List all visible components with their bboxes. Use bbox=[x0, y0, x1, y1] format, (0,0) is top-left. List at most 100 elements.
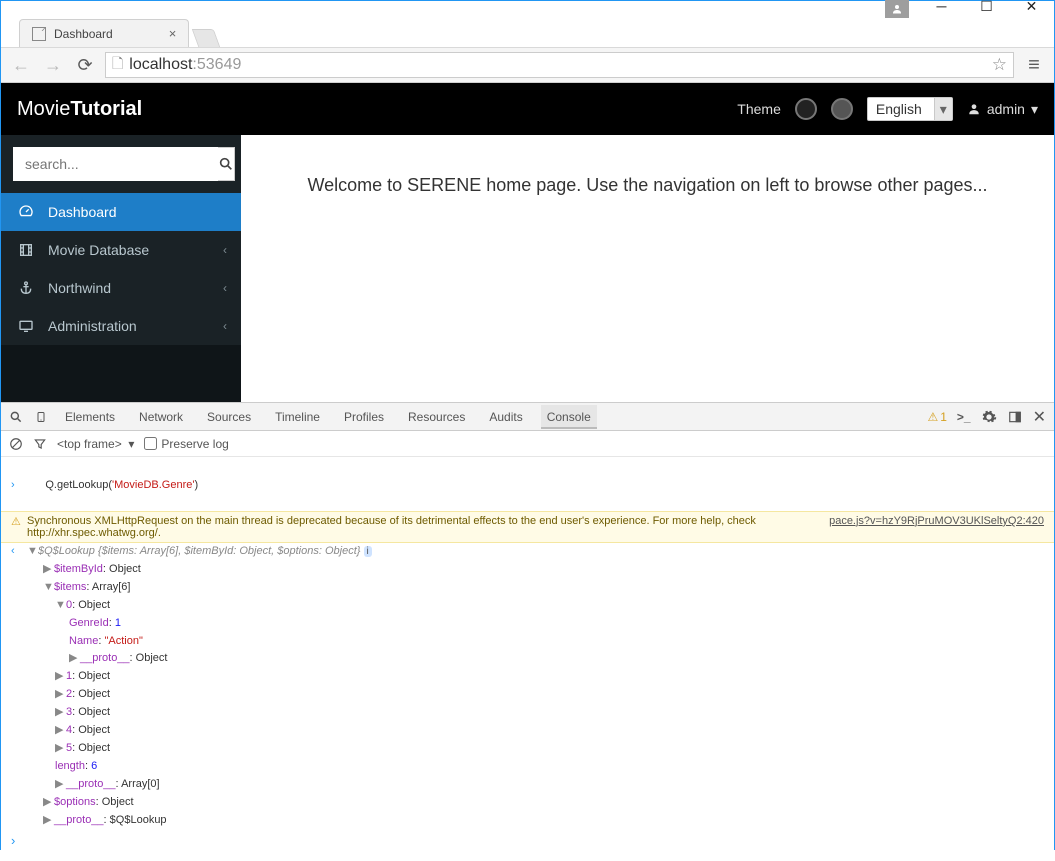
warning-text: Synchronous XMLHttpRequest on the main t… bbox=[27, 515, 767, 539]
warning-count-badge[interactable]: ⚠1 bbox=[927, 410, 946, 424]
devtools-panel: Elements Network Sources Timeline Profil… bbox=[1, 402, 1054, 861]
sidebar-item-administration[interactable]: Administration ‹ bbox=[1, 307, 241, 345]
user-menu[interactable]: admin ▾ bbox=[967, 101, 1038, 118]
console-prompt[interactable]: › bbox=[1, 830, 1054, 851]
url-port: :53649 bbox=[192, 56, 241, 74]
anchor-icon bbox=[18, 280, 36, 296]
clear-console-icon[interactable] bbox=[9, 437, 23, 451]
console-item-1[interactable]: ▶1: Object bbox=[1, 668, 1054, 686]
theme-label: Theme bbox=[737, 101, 781, 117]
devtools-toolbar: Elements Network Sources Timeline Profil… bbox=[1, 403, 1054, 431]
bookmark-icon[interactable]: ☆ bbox=[992, 55, 1007, 75]
console-item-items[interactable]: ▼$items: Array[6] bbox=[1, 579, 1054, 597]
app-brand[interactable]: MovieTutorial bbox=[17, 98, 142, 121]
forward-button[interactable]: → bbox=[41, 53, 65, 77]
console-result-root[interactable]: ‹▼$Q$Lookup {$items: Array[6], $itemById… bbox=[1, 543, 1054, 561]
devtools-close-button[interactable]: ✕ bbox=[1033, 407, 1046, 427]
sidebar-item-label: Northwind bbox=[48, 280, 111, 296]
sidebar-item-label: Dashboard bbox=[48, 204, 117, 220]
console-item-2[interactable]: ▶2: Object bbox=[1, 686, 1054, 704]
filter-icon[interactable] bbox=[33, 437, 47, 451]
app-header: MovieTutorial Theme English ▾ admin ▾ bbox=[1, 83, 1054, 135]
search-input[interactable] bbox=[13, 147, 218, 181]
browser-toolbar: ← → ⟳ 🗋 localhost:53649 ☆ ≡ bbox=[1, 47, 1054, 83]
console-item-5[interactable]: ▶5: Object bbox=[1, 740, 1054, 758]
window-minimize-button[interactable]: ─ bbox=[919, 0, 964, 21]
site-icon: 🗋 bbox=[112, 53, 123, 77]
sidebar-item-northwind[interactable]: Northwind ‹ bbox=[1, 269, 241, 307]
sidebar-search bbox=[1, 135, 241, 193]
browser-menu-button[interactable]: ≡ bbox=[1022, 54, 1046, 77]
language-value: English bbox=[876, 101, 922, 117]
devtools-tab-sources[interactable]: Sources bbox=[201, 405, 257, 429]
device-icon[interactable] bbox=[35, 409, 47, 425]
theme-swatch-dark[interactable] bbox=[795, 98, 817, 120]
console-item-options[interactable]: ▶$options: Object bbox=[1, 794, 1054, 812]
console-item-0-name: Name: "Action" bbox=[1, 633, 1054, 651]
devtools-tab-network[interactable]: Network bbox=[133, 405, 189, 429]
console-items-proto[interactable]: ▶__proto__: Array[0] bbox=[1, 776, 1054, 794]
console-item-4[interactable]: ▶4: Object bbox=[1, 722, 1054, 740]
profile-icon[interactable] bbox=[885, 0, 909, 18]
sidebar-item-label: Movie Database bbox=[48, 242, 149, 258]
frame-selector[interactable]: <top frame> ▾ bbox=[57, 437, 134, 451]
console-item-3[interactable]: ▶3: Object bbox=[1, 704, 1054, 722]
preserve-log-toggle[interactable]: Preserve log bbox=[144, 437, 228, 451]
film-icon bbox=[18, 242, 36, 258]
devtools-tab-timeline[interactable]: Timeline bbox=[269, 405, 326, 429]
console-item-0[interactable]: ▼0: Object bbox=[1, 597, 1054, 615]
drawer-icon[interactable]: >_ bbox=[957, 410, 971, 424]
console-warning-row: ⚠ Synchronous XMLHttpRequest on the main… bbox=[1, 511, 1054, 543]
devtools-tab-elements[interactable]: Elements bbox=[59, 405, 121, 429]
new-tab-button[interactable] bbox=[192, 29, 221, 47]
tab-title: Dashboard bbox=[54, 27, 113, 41]
devtools-tab-profiles[interactable]: Profiles bbox=[338, 405, 390, 429]
browser-tabstrip: Dashboard × bbox=[1, 17, 1054, 47]
caret-down-icon: ▾ bbox=[1031, 101, 1038, 118]
address-bar[interactable]: 🗋 localhost:53649 ☆ bbox=[105, 52, 1014, 78]
brand-light: Movie bbox=[17, 98, 70, 120]
gear-icon[interactable] bbox=[981, 409, 997, 425]
chevron-left-icon: ‹ bbox=[223, 319, 227, 333]
back-button[interactable]: ← bbox=[9, 53, 33, 77]
console-output: ›Q.getLookup('MovieDB.Genre') ⚠ Synchron… bbox=[1, 457, 1054, 861]
chevron-left-icon: ‹ bbox=[223, 281, 227, 295]
sidebar-filler bbox=[1, 345, 241, 402]
tab-close-button[interactable]: × bbox=[169, 26, 177, 41]
devtools-tab-resources[interactable]: Resources bbox=[402, 405, 471, 429]
user-icon bbox=[967, 102, 981, 116]
language-select[interactable]: English ▾ bbox=[867, 97, 953, 121]
console-item-itembyid[interactable]: ▶$itemById: Object bbox=[1, 561, 1054, 579]
sidebar-item-dashboard[interactable]: Dashboard bbox=[1, 193, 241, 231]
welcome-text: Welcome to SERENE home page. Use the nav… bbox=[271, 175, 1024, 196]
main-content: Welcome to SERENE home page. Use the nav… bbox=[241, 135, 1054, 402]
user-name: admin bbox=[987, 101, 1025, 117]
reload-button[interactable]: ⟳ bbox=[73, 53, 97, 77]
console-item-0-proto[interactable]: ▶__proto__: Object bbox=[1, 650, 1054, 668]
warning-source-link[interactable]: pace.js?v=hzY9RjPruMOV3UKlSeltyQ2:420 bbox=[829, 515, 1044, 539]
console-item-0-genreid: GenreId: 1 bbox=[1, 615, 1054, 633]
devtools-tab-console[interactable]: Console bbox=[541, 405, 597, 429]
dock-icon[interactable] bbox=[1007, 410, 1023, 424]
console-item-length: length: 6 bbox=[1, 758, 1054, 776]
devtools-tab-audits[interactable]: Audits bbox=[483, 405, 528, 429]
preserve-log-checkbox[interactable] bbox=[144, 437, 157, 450]
info-icon[interactable]: i bbox=[364, 546, 372, 557]
sidebar-item-movie-database[interactable]: Movie Database ‹ bbox=[1, 231, 241, 269]
browser-tab[interactable]: Dashboard × bbox=[19, 19, 189, 47]
theme-swatch-gray[interactable] bbox=[831, 98, 853, 120]
inspect-icon[interactable] bbox=[9, 410, 23, 424]
console-root-proto[interactable]: ▶__proto__: $Q$Lookup bbox=[1, 812, 1054, 830]
window-close-button[interactable]: ✕ bbox=[1009, 0, 1054, 21]
brand-bold: Tutorial bbox=[70, 98, 142, 120]
monitor-icon bbox=[18, 318, 36, 334]
console-input-echo: ›Q.getLookup('MovieDB.Genre') bbox=[1, 461, 1054, 511]
page-icon bbox=[32, 27, 46, 41]
search-button[interactable] bbox=[218, 147, 235, 181]
url-host: localhost bbox=[129, 56, 192, 74]
sidebar-item-label: Administration bbox=[48, 318, 137, 334]
window-titlebar: ─ ☐ ✕ bbox=[1, 1, 1054, 17]
chevron-down-icon: ▾ bbox=[934, 98, 952, 120]
console-subtoolbar: <top frame> ▾ Preserve log bbox=[1, 431, 1054, 457]
window-maximize-button[interactable]: ☐ bbox=[964, 0, 1009, 21]
